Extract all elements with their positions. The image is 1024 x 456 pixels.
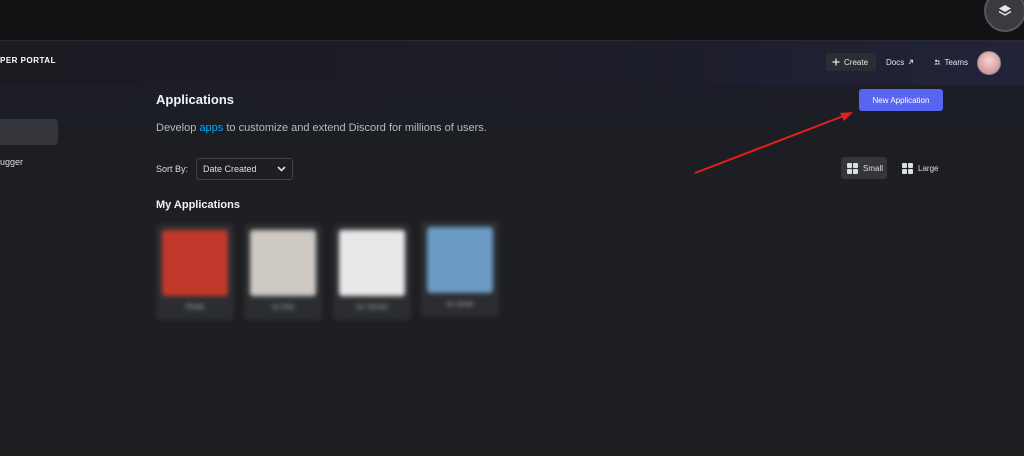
annotation-arrow — [694, 112, 853, 174]
